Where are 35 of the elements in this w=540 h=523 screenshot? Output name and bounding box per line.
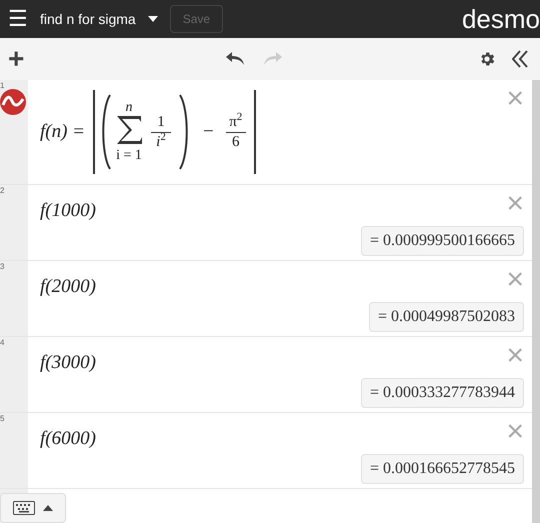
function-name: f(n) =: [40, 120, 86, 144]
wave-icon: [0, 89, 26, 115]
sum-lower-limit: i = 1: [116, 149, 142, 163]
result-value: = 0.000166652778545: [360, 454, 524, 484]
denominator: 6: [232, 132, 240, 152]
row-number: 4: [0, 337, 4, 349]
numerator: 1: [157, 112, 165, 132]
add-button[interactable]: +: [8, 45, 24, 73]
caret-up-icon[interactable]: [43, 505, 53, 511]
expression-input[interactable]: f(6000): [40, 425, 96, 454]
result-value: = 0.00049987502083: [368, 302, 524, 332]
expression-input[interactable]: f(2000): [40, 273, 96, 302]
row-number: 5: [0, 413, 4, 425]
graph-title[interactable]: find n for sigma: [40, 8, 136, 30]
minus-sign: −: [203, 120, 214, 144]
expression-input[interactable]: f(1000): [40, 197, 96, 226]
row-number: 3: [0, 261, 4, 273]
result-value: = 0.000333277783944: [360, 378, 524, 408]
menu-button[interactable]: ☰: [8, 8, 28, 30]
collapse-icon[interactable]: [512, 50, 528, 68]
row-number: 1: [0, 80, 4, 92]
keyboard-button[interactable]: [0, 493, 66, 523]
keyboard-icon[interactable]: [13, 501, 35, 515]
row-number: 2: [0, 185, 4, 197]
expression-input[interactable]: f(3000): [40, 349, 96, 378]
scrollbar[interactable]: [532, 80, 540, 523]
formula[interactable]: f(n) = n i = 1 1 i$^{2}$ − π$^{2}$ 6: [40, 90, 256, 174]
denominator: i$^{2}$: [156, 132, 166, 152]
undo-icon[interactable]: [226, 52, 244, 66]
numerator: π$^{2}$: [229, 112, 242, 132]
brand-logo: desmo: [462, 6, 540, 32]
result-value: = 0.000999500166665: [360, 226, 524, 256]
sum-sign-icon: [115, 115, 144, 145]
dropdown-caret-icon[interactable]: [148, 16, 158, 22]
sum-upper-limit: n: [126, 101, 133, 115]
